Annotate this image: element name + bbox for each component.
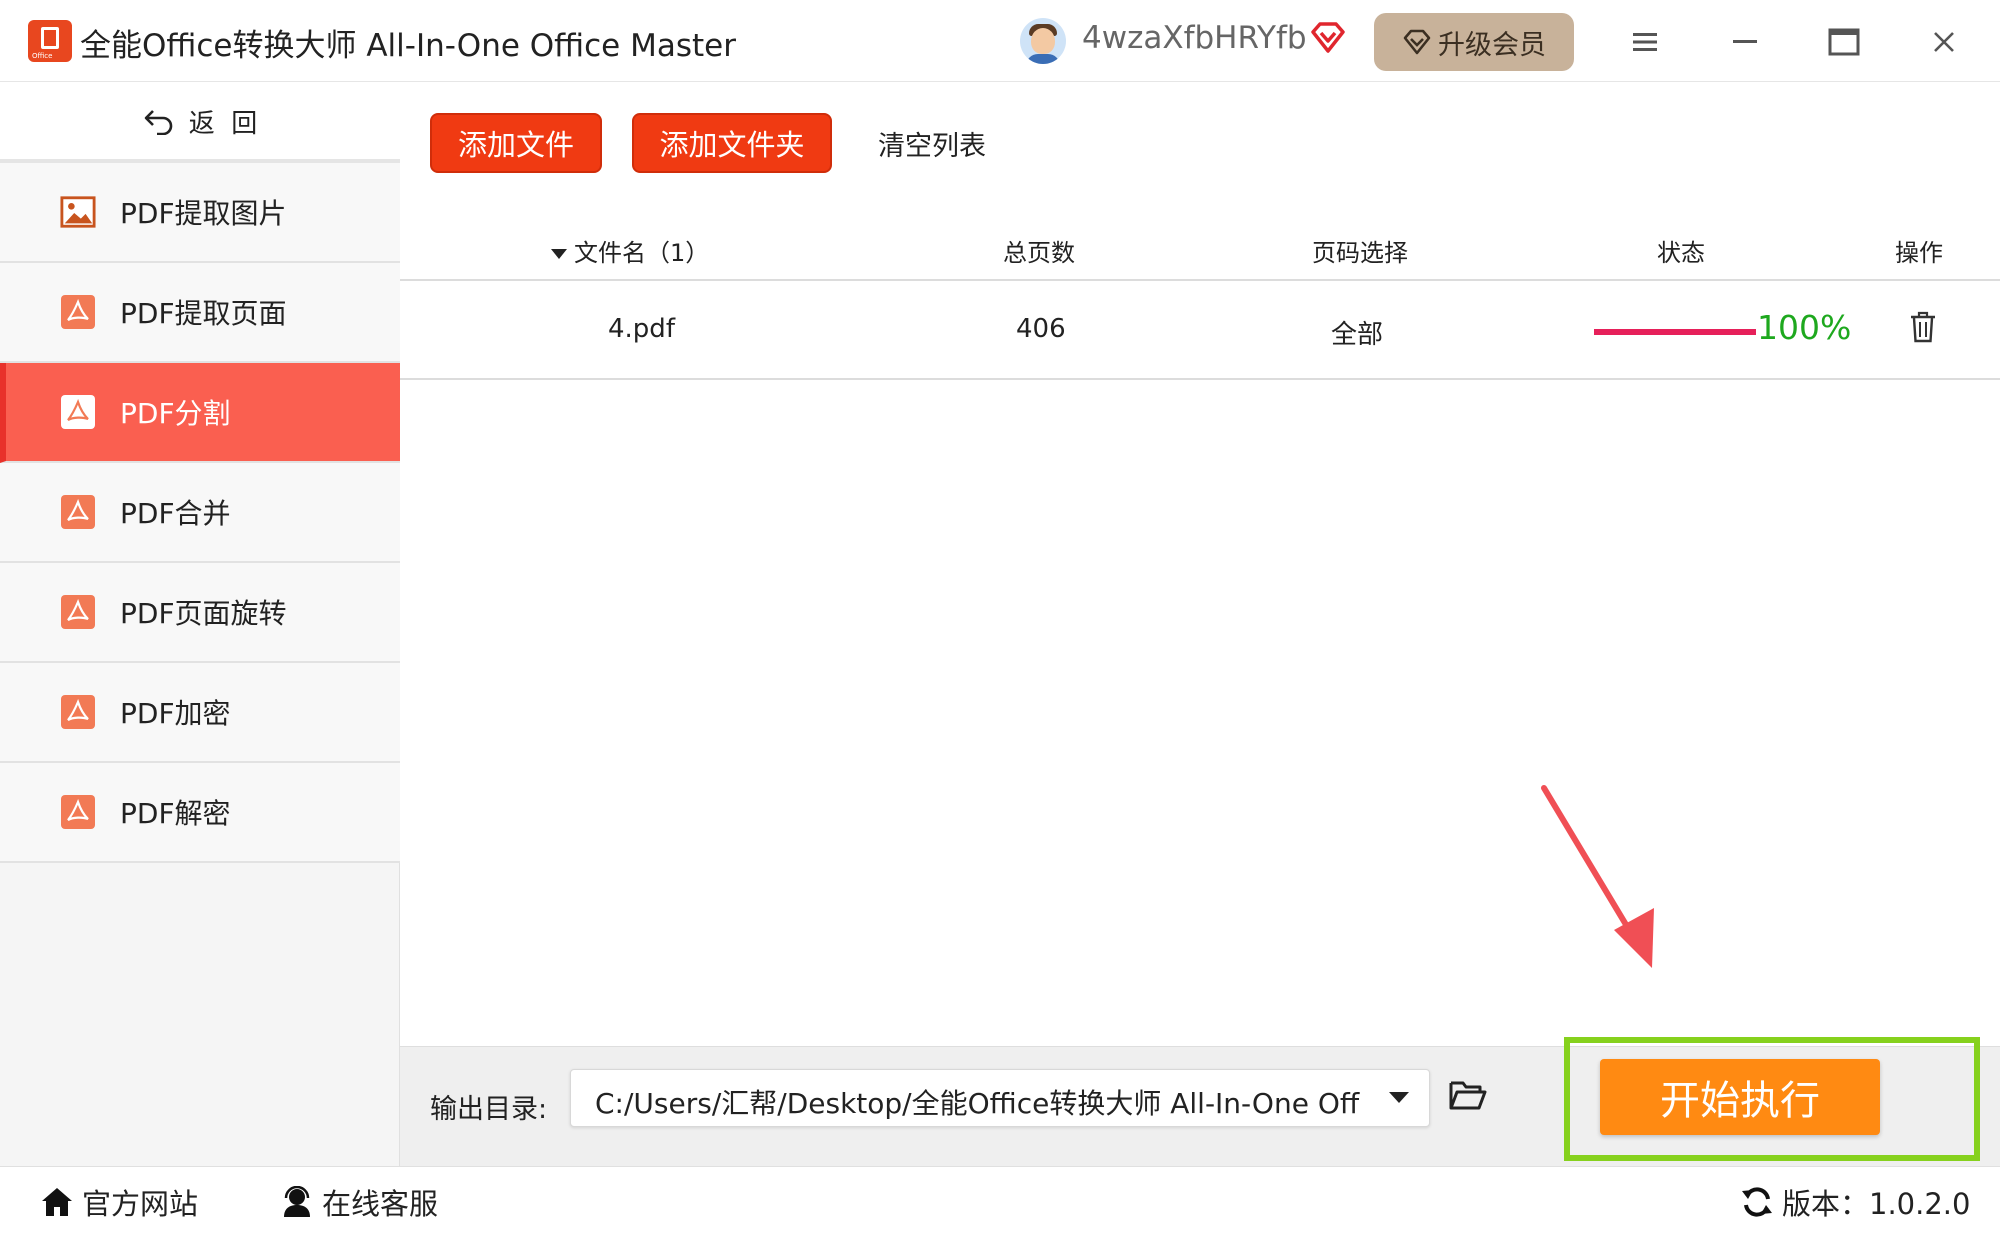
home-icon — [42, 1188, 72, 1216]
pdf-icon — [60, 295, 96, 329]
status-column-header: 状态 — [1657, 239, 1705, 267]
version-info[interactable]: 版本：1.0.2.0 — [1740, 1181, 1970, 1223]
sidebar-item-label: PDF分割 — [120, 397, 231, 430]
website-link[interactable]: 官方网站 — [40, 1181, 198, 1223]
sidebar-item-label: PDF页面旋转 — [120, 597, 287, 630]
page-select-cell[interactable]: 全部 — [1331, 314, 1383, 351]
hamburger-icon — [1633, 33, 1657, 51]
menu-button[interactable] — [1625, 22, 1665, 62]
username[interactable]: 4wzaXfbHRYfb — [1082, 20, 1307, 56]
back-label: 返 回 — [188, 108, 258, 139]
output-path-select[interactable]: C:/Users/汇帮/Desktop/全能Office转换大师 All-In-… — [570, 1069, 1430, 1127]
output-path-value: C:/Users/汇帮/Desktop/全能Office转换大师 All-In-… — [595, 1087, 1360, 1120]
sidebar-item-pdf-split[interactable]: PDF分割 — [0, 363, 400, 463]
folder-open-icon[interactable] — [1448, 1075, 1488, 1115]
minimize-button[interactable] — [1725, 22, 1765, 62]
diamond-icon — [1403, 29, 1431, 55]
sidebar-item-pdf-decrypt[interactable]: PDF解密 — [0, 763, 400, 863]
progress-percent: 100% — [1757, 308, 1852, 347]
pdf-icon — [60, 395, 96, 429]
footer: 官方网站 在线客服 版本：1.0.2.0 — [0, 1166, 2000, 1234]
back-button[interactable]: 返 回 — [0, 83, 400, 163]
image-icon — [60, 195, 96, 229]
pdf-icon — [60, 695, 96, 729]
annotation-arrow — [1541, 785, 1654, 968]
start-button[interactable]: 开始执行 — [1600, 1059, 1880, 1135]
app-title: 全能Office转换大师 All-In-One Office Master — [80, 28, 736, 64]
main-panel: 添加文件 添加文件夹 清空列表 文件名（1） 总页数 页码选择 状态 操作 4.… — [400, 83, 2000, 1046]
back-arrow-icon — [144, 110, 172, 135]
vip-diamond-icon — [1311, 22, 1345, 53]
sidebar-item-pdf-extract-pages[interactable]: PDF提取页面 — [0, 263, 400, 363]
support-agent-icon — [284, 1186, 310, 1217]
clear-list-button[interactable]: 清空列表 — [878, 113, 986, 173]
sidebar-item-pdf-rotate[interactable]: PDF页面旋转 — [0, 563, 400, 663]
add-folder-button[interactable]: 添加文件夹 — [632, 113, 832, 173]
user-avatar[interactable] — [1020, 18, 1066, 64]
file-name-cell: 4.pdf — [608, 314, 675, 344]
close-button[interactable] — [1924, 22, 1964, 62]
pages-column-header: 总页数 — [1003, 239, 1075, 267]
maximize-button[interactable] — [1824, 22, 1864, 62]
chevron-down-icon[interactable] — [1389, 1092, 1409, 1103]
action-column-header: 操作 — [1895, 239, 1943, 267]
online-support-link[interactable]: 在线客服 — [280, 1181, 438, 1223]
table-row[interactable]: 4.pdf 406 全部 100% — [400, 282, 2000, 380]
upgrade-membership-button[interactable]: 升级会员 — [1374, 13, 1574, 71]
sidebar-item-label: PDF提取页面 — [120, 297, 287, 330]
refresh-icon — [1742, 1187, 1772, 1217]
sidebar-item-pdf-extract-images[interactable]: PDF提取图片 — [0, 163, 400, 263]
sidebar-menu: PDF提取图片 PDF提取页面 PDF分割 PDF合并 PDF页面旋转 PDF加… — [0, 163, 400, 863]
sidebar-item-label: PDF提取图片 — [120, 197, 287, 230]
close-icon — [1934, 32, 1954, 52]
add-file-button[interactable]: 添加文件 — [430, 113, 602, 173]
sidebar-item-label: PDF合并 — [120, 497, 231, 530]
minimize-icon — [1733, 40, 1757, 43]
sidebar: 返 回 PDF提取图片 PDF提取页面 PDF分割 PDF合并 PDF页面旋转 … — [0, 83, 400, 1166]
page-select-column-header: 页码选择 — [1312, 239, 1408, 267]
maximize-icon — [1828, 28, 1860, 56]
sort-caret-icon — [551, 249, 567, 259]
title-bar: Office 全能Office转换大师 All-In-One Office Ma… — [0, 0, 2000, 82]
pdf-icon — [60, 795, 96, 829]
output-directory-label: 输出目录: — [430, 1094, 548, 1125]
upgrade-label: 升级会员 — [1438, 29, 1546, 61]
pdf-icon — [60, 595, 96, 629]
progress-fill — [1594, 329, 1756, 335]
output-bar: 输出目录: C:/Users/汇帮/Desktop/全能Office转换大师 A… — [400, 1037, 2000, 1166]
sidebar-item-label: PDF解密 — [120, 797, 231, 830]
sidebar-item-label: PDF加密 — [120, 697, 231, 730]
page-count-cell: 406 — [1016, 314, 1066, 344]
trash-icon[interactable] — [1908, 310, 1938, 344]
filename-column-header[interactable]: 文件名（1） — [550, 233, 709, 268]
sidebar-item-pdf-encrypt[interactable]: PDF加密 — [0, 663, 400, 763]
app-logo: Office — [28, 20, 72, 62]
pdf-icon — [60, 495, 96, 529]
sidebar-item-pdf-merge[interactable]: PDF合并 — [0, 463, 400, 563]
progress-bar — [1594, 329, 1756, 335]
file-table-header: 文件名（1） 总页数 页码选择 状态 操作 — [400, 213, 2000, 281]
